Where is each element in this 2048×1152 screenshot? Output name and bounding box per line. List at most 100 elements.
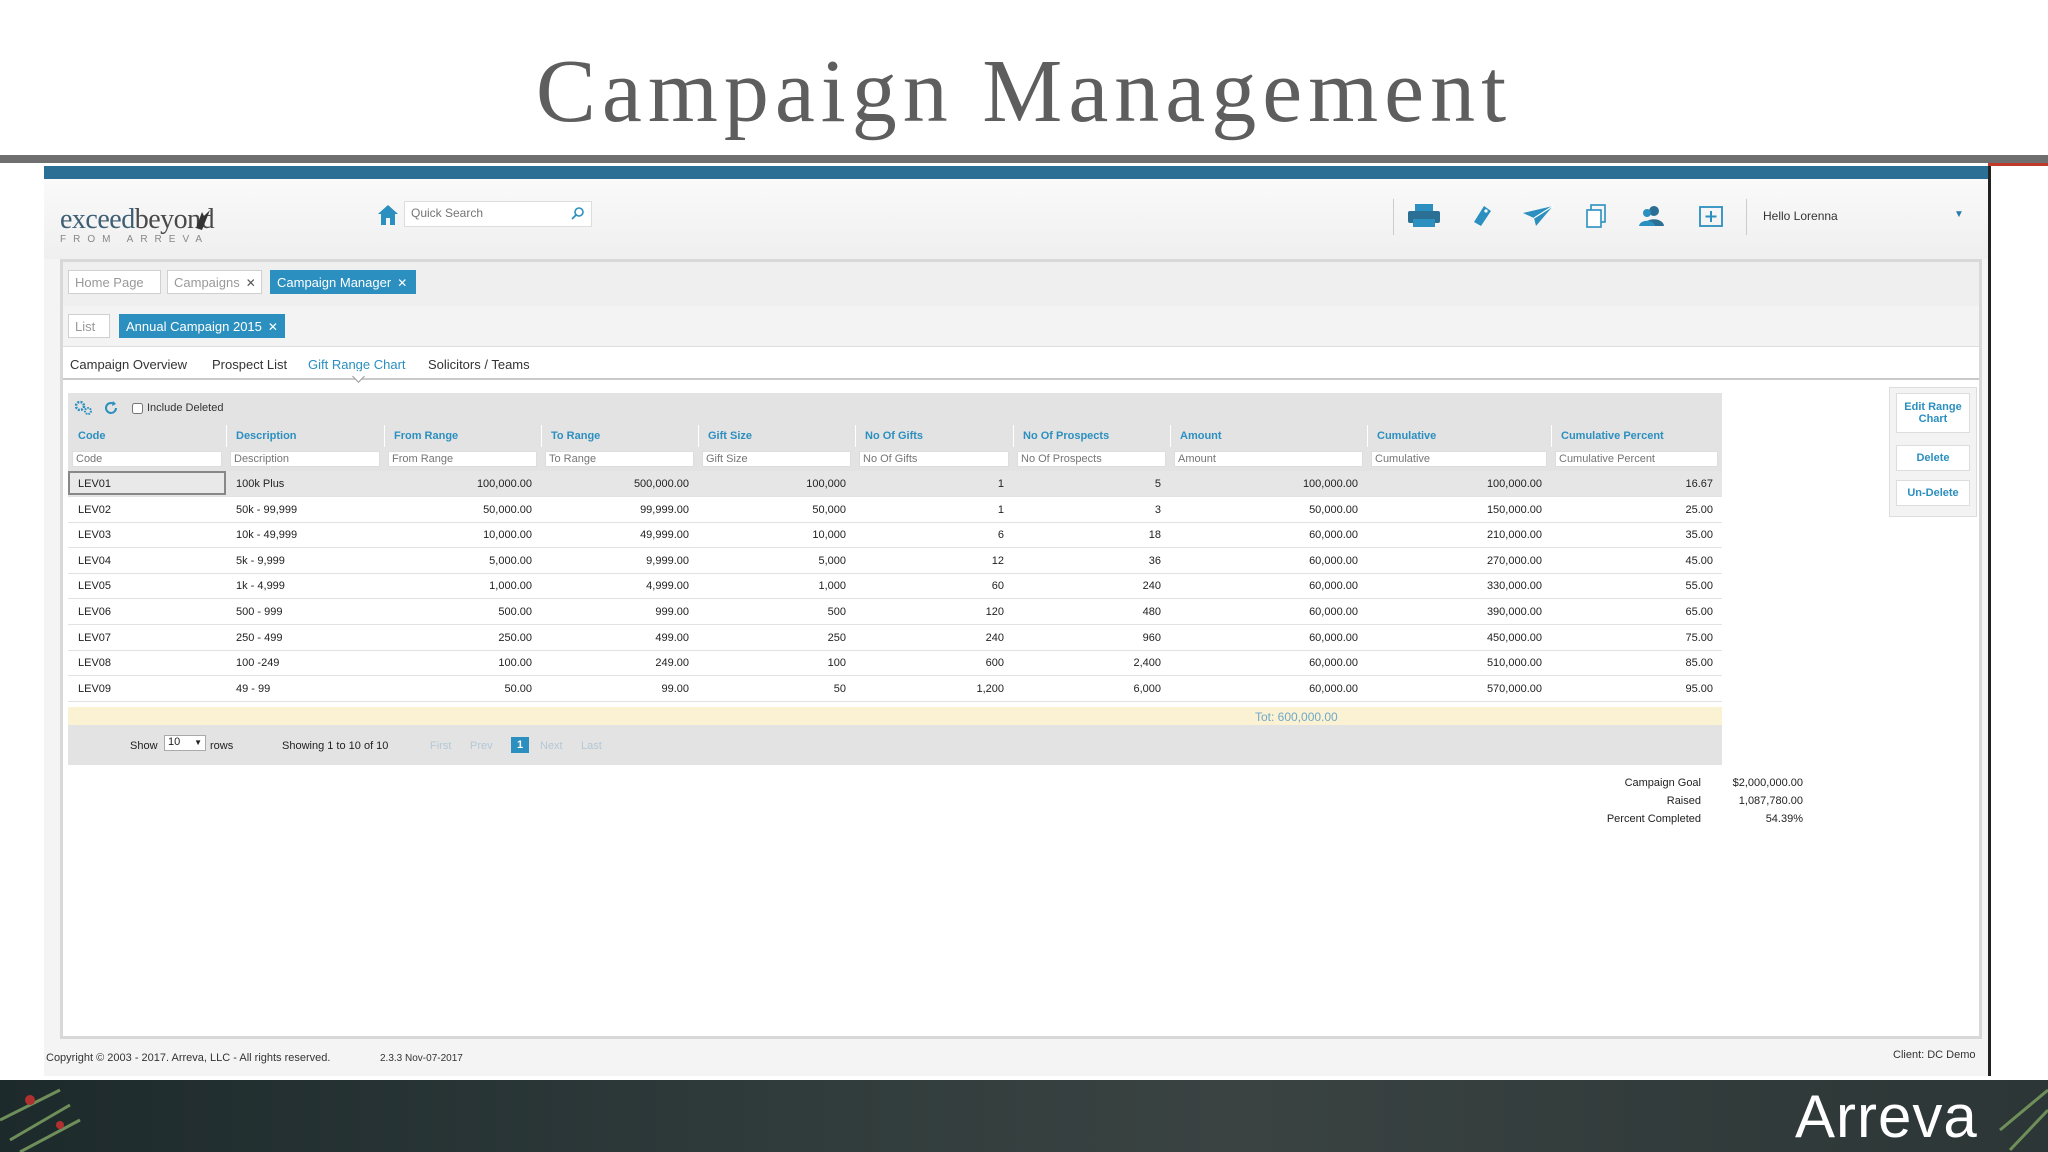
tag-icon[interactable] — [1465, 199, 1499, 233]
tab-label: Home Page — [75, 275, 144, 290]
cell-amount: 60,000.00 — [1309, 657, 1358, 670]
chevron-down-icon: ▼ — [194, 738, 202, 747]
tab-campaigns[interactable]: Campaigns ✕ — [167, 270, 262, 294]
cell-to-range: 49,999.00 — [640, 529, 689, 542]
table-row[interactable]: LEV03 10k - 49,999 10,000.00 49,999.00 10,00… — [68, 522, 1722, 549]
filter-from-range[interactable] — [388, 451, 537, 467]
table-row[interactable]: LEV02 50k - 99,999 50,000.00 99,999.00 50,00… — [68, 497, 1722, 523]
cell-code: LEV01 — [78, 478, 112, 490]
copyright-text: Copyright © 2003 - 2017. Arreva, LLC - A… — [46, 1052, 331, 1064]
subnav-solicitors-teams[interactable]: Solicitors / Teams — [428, 357, 530, 372]
include-deleted-checkbox[interactable] — [132, 402, 143, 414]
filter-no-of-prospects[interactable] — [1017, 451, 1166, 467]
table-row[interactable]: LEV04 5k - 9,999 5,000.00 9,999.00 5,000 12 36… — [68, 548, 1722, 574]
print-icon[interactable] — [1407, 199, 1441, 233]
copy-icon[interactable] — [1579, 199, 1613, 233]
column-separator — [1367, 425, 1368, 447]
column-header-from-range[interactable]: From Range — [394, 430, 458, 442]
cell-gift-size: 100 — [827, 657, 846, 670]
cell-cumulative: 570,000.00 — [1486, 682, 1542, 695]
filter-to-range[interactable] — [545, 451, 694, 467]
app-logo[interactable]: exceedbeyond FROM ARREVA — [60, 204, 215, 245]
undelete-button[interactable]: Un-Delete — [1896, 480, 1970, 506]
filter-description[interactable] — [230, 451, 380, 467]
column-separator — [1551, 425, 1552, 447]
close-icon[interactable]: ✕ — [268, 320, 278, 334]
cell-cumulative-percent: 75.00 — [1685, 631, 1713, 644]
add-icon[interactable] — [1694, 199, 1728, 233]
app-header: exceedbeyond FROM ARREVA Hello L — [44, 179, 1988, 259]
tab-campaign-manager[interactable]: Campaign Manager ✕ — [270, 270, 416, 294]
show-label: Show — [130, 740, 158, 752]
user-greeting[interactable]: Hello Lorenna — [1763, 209, 1838, 223]
cell-code: LEV08 — [78, 657, 112, 670]
active-tab-indicator — [352, 370, 365, 383]
cell-no-of-prospects: 3 — [1154, 503, 1161, 516]
tab-annual-campaign[interactable]: Annual Campaign 2015 ✕ — [119, 314, 285, 338]
table-row[interactable]: LEV06 500 - 999 500.00 999.00 500 120 480 60,00… — [68, 599, 1722, 625]
cell-no-of-gifts: 1 — [997, 503, 1004, 516]
toolbar-separator — [1746, 199, 1747, 235]
filter-amount[interactable] — [1174, 451, 1363, 467]
table-row[interactable]: LEV07 250 - 499 250.00 499.00 250 240 960 60,00… — [68, 625, 1722, 651]
subnav-prospect-list[interactable]: Prospect List — [212, 357, 287, 372]
footer-banner: Arreva — [0, 1080, 2048, 1152]
column-header-gift-size[interactable]: Gift Size — [708, 430, 752, 442]
settings-icon[interactable] — [74, 400, 94, 416]
first-page-link[interactable]: First — [430, 740, 451, 752]
slide-title: Campaign Management — [535, 42, 1513, 141]
column-header-no-of-prospects[interactable]: No Of Prospects — [1023, 430, 1109, 442]
include-deleted-toggle[interactable]: Include Deleted — [132, 402, 223, 414]
chevron-down-icon[interactable]: ▼ — [1954, 209, 1964, 220]
cell-cumulative: 390,000.00 — [1486, 606, 1542, 618]
column-header-description[interactable]: Description — [236, 430, 297, 442]
rows-per-page-select[interactable]: 10 ▼ — [164, 735, 206, 751]
column-header-no-of-gifts[interactable]: No Of Gifts — [865, 430, 923, 442]
refresh-icon[interactable] — [103, 400, 119, 416]
column-header-cumulative[interactable]: Cumulative — [1377, 430, 1436, 442]
filter-code[interactable] — [72, 451, 222, 467]
table-row[interactable]: LEV05 1k - 4,999 1,000.00 4,999.00 1,000 60 24… — [68, 573, 1722, 600]
tab-list[interactable]: List — [68, 314, 110, 338]
prev-page-link[interactable]: Prev — [470, 740, 493, 752]
close-icon[interactable]: ✕ — [246, 276, 256, 290]
filter-cumulative[interactable] — [1371, 451, 1547, 467]
send-icon[interactable] — [1521, 199, 1555, 233]
tab-home-page[interactable]: Home Page — [68, 270, 161, 294]
subnav-gift-range-chart[interactable]: Gift Range Chart — [308, 357, 406, 372]
next-page-link[interactable]: Next — [540, 740, 563, 752]
logo-subtext: FROM ARREVA — [60, 234, 210, 245]
quick-search-input[interactable] — [405, 202, 567, 224]
cell-cumulative-percent: 25.00 — [1685, 503, 1713, 516]
filter-gift-size[interactable] — [702, 451, 851, 467]
column-header-code[interactable]: Code — [78, 430, 106, 442]
search-icon[interactable] — [571, 206, 585, 220]
last-page-link[interactable]: Last — [581, 740, 602, 752]
table-row[interactable]: LEV01 100k Plus 100,000.00 500,000.00 100,00… — [68, 471, 1722, 497]
cell-cumulative-percent: 45.00 — [1685, 554, 1713, 567]
title-rule-accent — [1988, 163, 2048, 166]
cell-no-of-gifts: 240 — [985, 631, 1004, 644]
table-row[interactable]: LEV08 100 -249 100.00 249.00 100 600 2,400 60,0… — [68, 650, 1722, 677]
cell-cumulative-percent: 85.00 — [1685, 657, 1713, 670]
cell-code: LEV07 — [78, 631, 112, 644]
total-row: Tot: 600,000.00 — [68, 707, 1722, 725]
cell-cumulative-percent: 65.00 — [1685, 606, 1713, 618]
current-page[interactable]: 1 — [511, 737, 529, 753]
column-header-to-range[interactable]: To Range — [551, 430, 600, 442]
column-header-amount[interactable]: Amount — [1180, 430, 1222, 442]
close-icon[interactable]: ✕ — [397, 276, 407, 290]
cell-gift-size: 50 — [833, 682, 846, 695]
table-row[interactable]: LEV09 49 - 99 50.00 99.00 50 1,200 6,000 60,000… — [68, 676, 1722, 702]
filter-cumulative-percent[interactable] — [1555, 451, 1718, 467]
filter-no-of-gifts[interactable] — [859, 451, 1009, 467]
column-header-cumulative-percent[interactable]: Cumulative Percent — [1561, 430, 1664, 442]
home-icon[interactable] — [376, 203, 400, 227]
cell-gift-size: 250 — [827, 631, 846, 644]
side-button-panel: Edit Range Chart Delete Un-Delete — [1889, 387, 1977, 517]
contacts-icon[interactable] — [1635, 199, 1669, 233]
delete-button[interactable]: Delete — [1896, 445, 1970, 471]
edit-range-chart-button[interactable]: Edit Range Chart — [1896, 393, 1970, 433]
cell-cumulative: 150,000.00 — [1486, 503, 1542, 516]
subnav-campaign-overview[interactable]: Campaign Overview — [70, 357, 187, 372]
